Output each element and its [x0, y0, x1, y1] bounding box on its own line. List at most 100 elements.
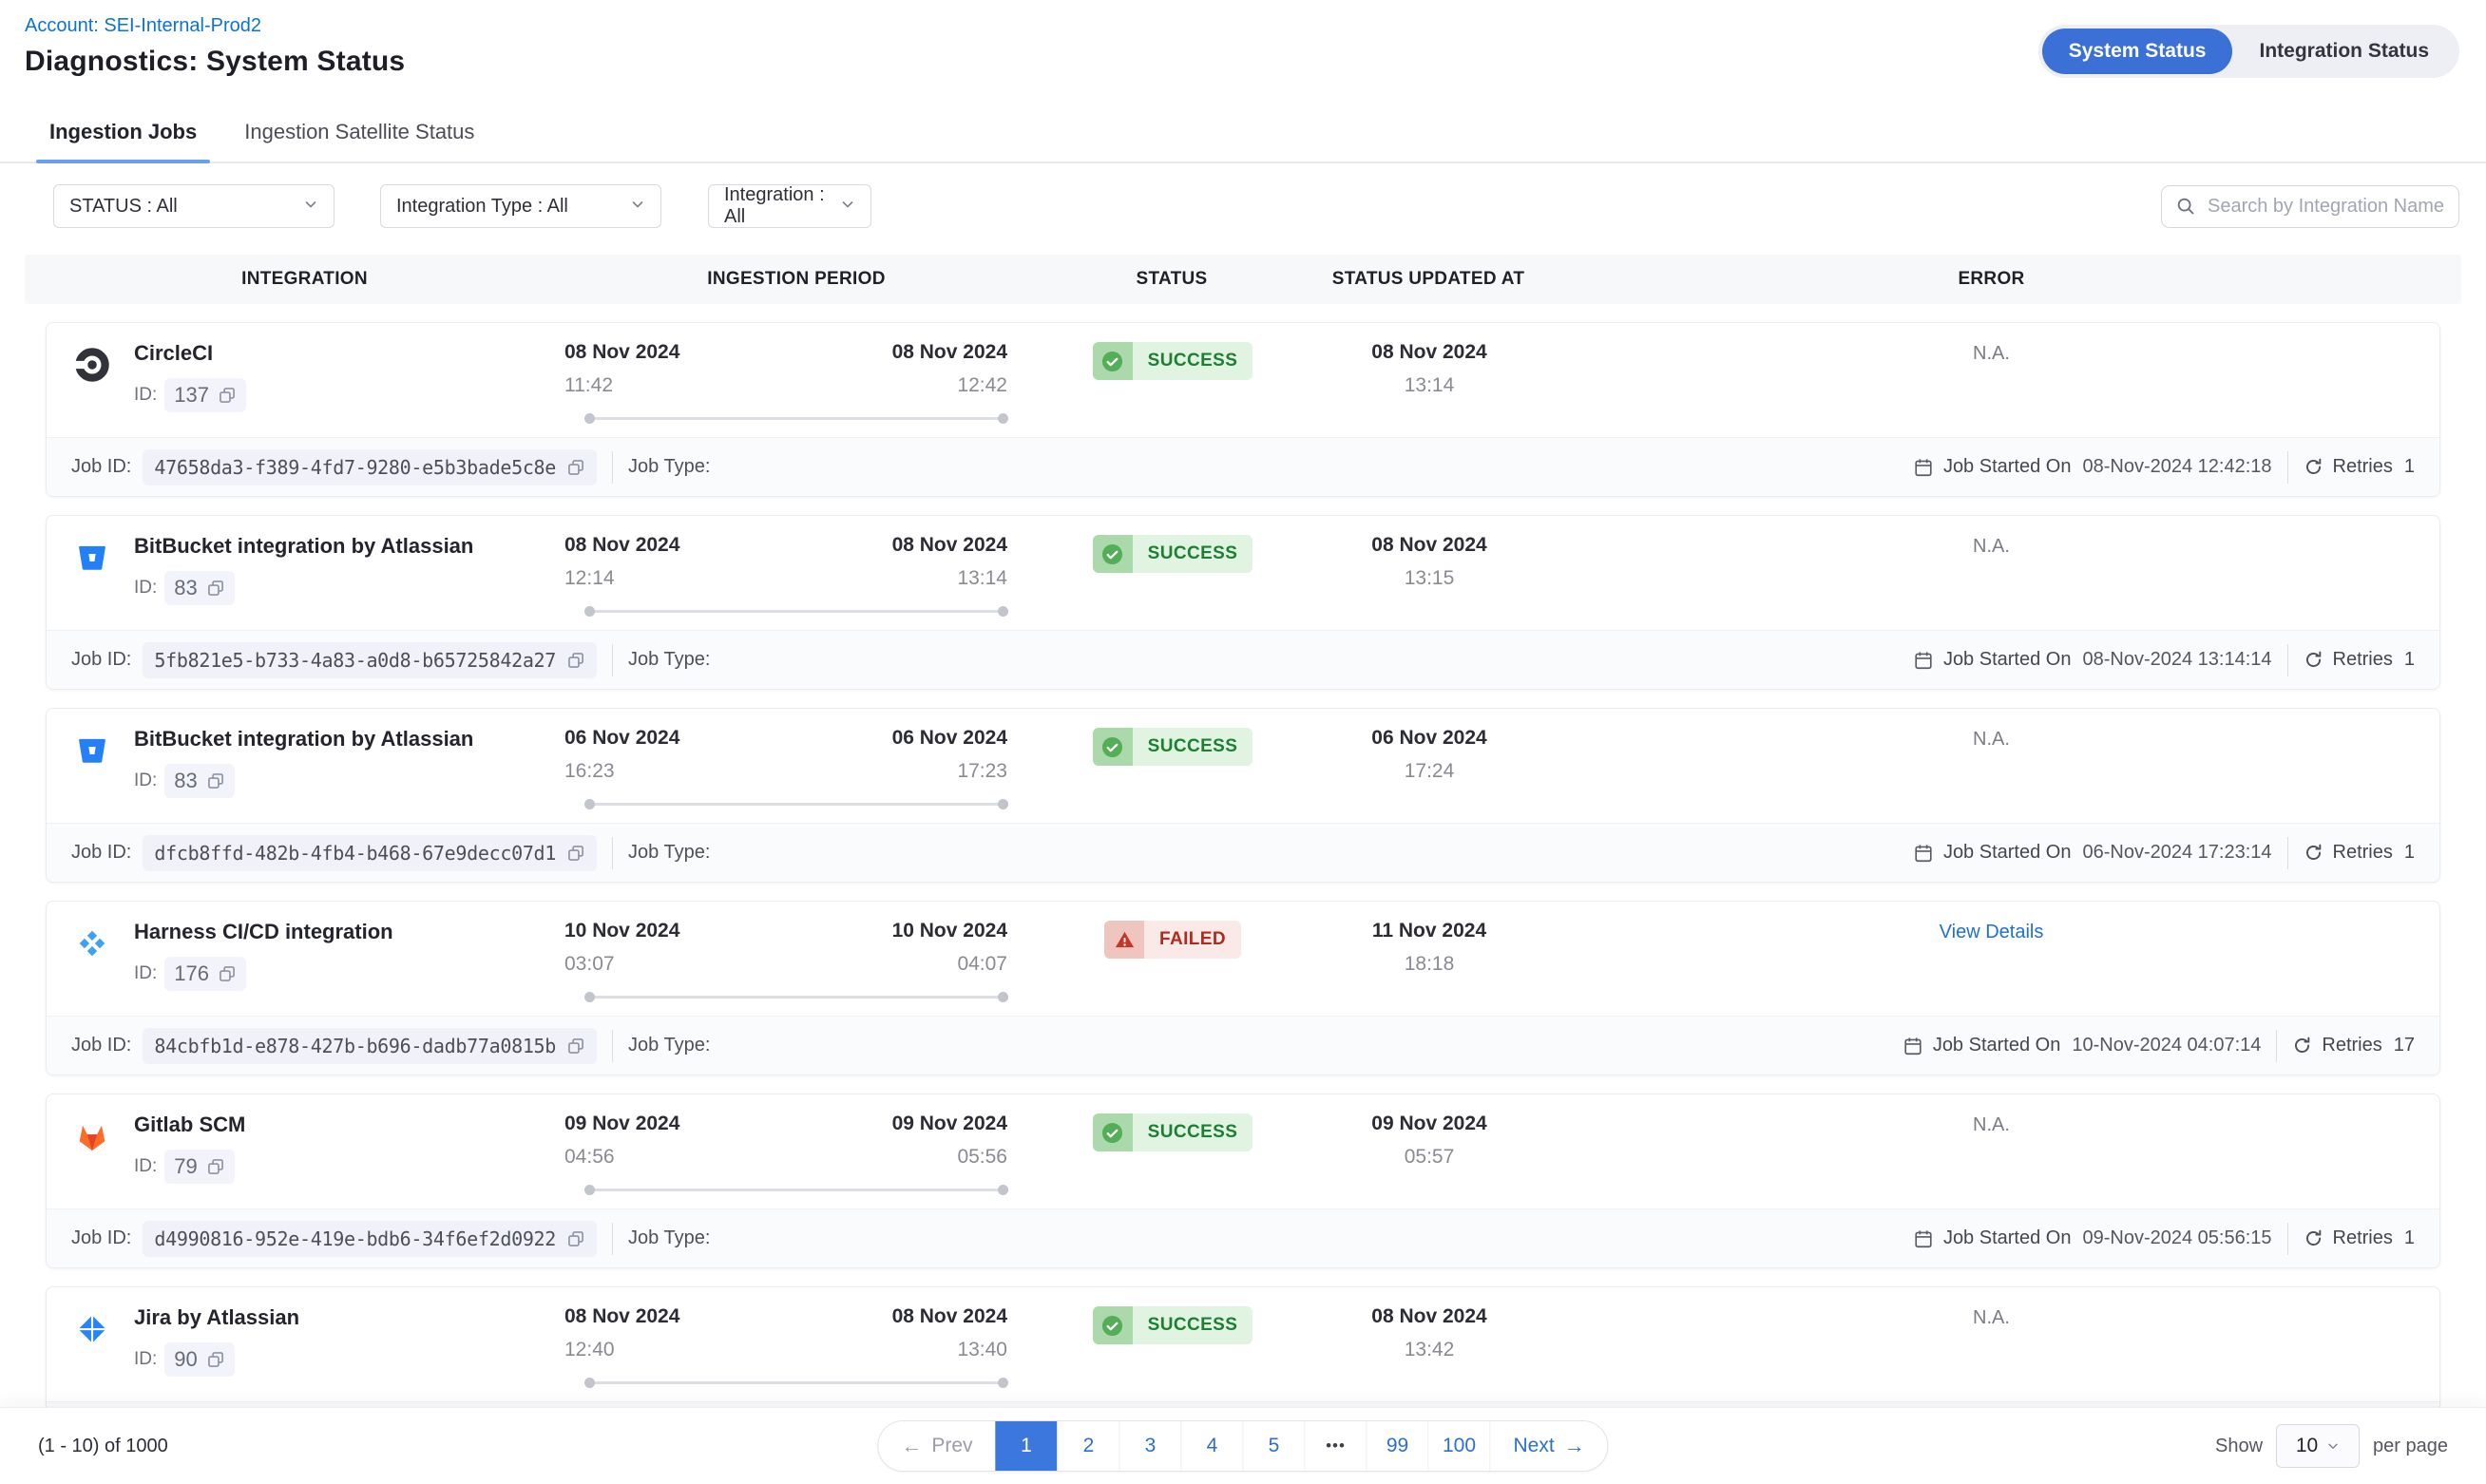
ingestion-timeline	[585, 1378, 1007, 1388]
footer-divider	[612, 451, 613, 484]
bitbucket-icon	[76, 542, 108, 574]
job-id-badge: 5fb821e5-b733-4a83-a0d8-b65725842a27	[143, 642, 597, 678]
search-input[interactable]	[2208, 196, 2445, 218]
bitbucket-icon	[76, 734, 108, 767]
page-ellipsis[interactable]: •••	[1305, 1421, 1367, 1471]
status-cell: SUCCESS	[1030, 726, 1315, 809]
job-card-footer: Job ID: dfcb8ffd-482b-4fb4-b468-67e9decc…	[47, 823, 2439, 882]
copy-job-id-icon[interactable]	[566, 1229, 585, 1248]
account-link[interactable]: Account: SEI-Internal-Prod2	[25, 15, 405, 37]
ingestion-period-cell: 06 Nov 2024 16:23 06 Nov 2024 17:23	[564, 726, 1030, 809]
copy-id-icon[interactable]	[206, 1157, 225, 1176]
footer-divider	[2287, 644, 2288, 676]
page-size-select[interactable]: 10	[2276, 1424, 2360, 1468]
copy-id-icon[interactable]	[206, 579, 225, 598]
footer-divider	[2287, 1223, 2288, 1255]
tab-ingestion-jobs[interactable]: Ingestion Jobs	[49, 103, 197, 162]
results-summary: (1 - 10) of 1000	[38, 1436, 168, 1457]
pager: ← Prev 1 2 3 4 5 ••• 99 100 Next →	[877, 1420, 1608, 1472]
retries-label: Retries	[2333, 1227, 2393, 1249]
jira-icon	[76, 1313, 108, 1345]
status-badge-icon	[1093, 1113, 1133, 1151]
integration-info: Harness CI/CD integration ID: 176	[134, 919, 393, 1002]
copy-job-id-icon[interactable]	[566, 651, 585, 670]
status-cell: SUCCESS	[1030, 533, 1315, 617]
job-type-label: Job Type:	[628, 1227, 710, 1249]
page-button[interactable]: 1	[996, 1421, 1058, 1471]
job-card-footer: Job ID: 47658da3-f389-4fd7-9280-e5b3bade…	[47, 437, 2439, 496]
period-end-time: 04:07	[892, 953, 1007, 976]
page-button[interactable]: 100	[1428, 1421, 1490, 1471]
copy-id-icon[interactable]	[206, 771, 225, 790]
integration-id-row: ID: 90	[134, 1342, 299, 1377]
job-id-badge: 84cbfb1d-e878-427b-b696-dadb77a0815b	[143, 1028, 597, 1064]
copy-id-icon[interactable]	[218, 964, 237, 983]
footer-right: Job Started On 08-Nov-2024 13:14:14 Retr…	[1913, 644, 2415, 676]
page-button[interactable]: 5	[1243, 1421, 1305, 1471]
status-updated-cell: 09 Nov 2024 05:57	[1315, 1112, 1543, 1195]
job-started-on-label: Job Started On	[1943, 1227, 2072, 1249]
system-status-toggle-button[interactable]: System Status	[2042, 29, 2233, 74]
retries-count: 1	[2404, 842, 2415, 864]
integration-status-toggle-button[interactable]: Integration Status	[2232, 29, 2456, 74]
status-updated-date: 09 Nov 2024	[1315, 1113, 1543, 1135]
status-toggle: System Status Integration Status	[2038, 25, 2459, 78]
job-started-on-value: 08-Nov-2024 13:14:14	[2082, 649, 2271, 671]
footer-right: Job Started On 06-Nov-2024 17:23:14 Retr…	[1913, 837, 2415, 869]
status-badge: SUCCESS	[1093, 1113, 1253, 1151]
page-button[interactable]: 2	[1058, 1421, 1119, 1471]
retries-label: Retries	[2333, 842, 2393, 864]
copy-job-id-icon[interactable]	[566, 458, 585, 477]
prev-page-button[interactable]: ← Prev	[878, 1421, 995, 1471]
job-started-on-label: Job Started On	[1943, 649, 2072, 671]
status-filter-dropdown[interactable]: STATUS : All	[53, 184, 335, 228]
copy-id-icon[interactable]	[206, 1350, 225, 1369]
copy-job-id-icon[interactable]	[566, 844, 585, 863]
job-card-main: CircleCI ID: 137 08 Nov 2024 11:42	[47, 323, 2439, 437]
integration-cell: Harness CI/CD integration ID: 176	[47, 919, 564, 1002]
job-type-label: Job Type:	[628, 1035, 710, 1056]
status-text: SUCCESS	[1133, 1306, 1253, 1344]
integration-icon	[73, 1117, 111, 1155]
integration-cell: CircleCI ID: 137	[47, 340, 564, 424]
job-id-badge: dfcb8ffd-482b-4fb4-b468-67e9decc07d1	[143, 835, 597, 871]
integration-type-filter-dropdown[interactable]: Integration Type : All	[380, 184, 661, 228]
tab-ingestion-satellite-status[interactable]: Ingestion Satellite Status	[244, 103, 474, 162]
period-end: 10 Nov 2024 04:07	[892, 920, 1007, 976]
integration-id-row: ID: 83	[134, 764, 473, 798]
copy-id-icon[interactable]	[218, 386, 237, 405]
period-start-time: 11:42	[564, 374, 679, 397]
integration-name: BitBucket integration by Atlassian	[134, 534, 473, 559]
job-started-on-label: Job Started On	[1933, 1035, 2061, 1056]
ingestion-period-cell: 10 Nov 2024 03:07 10 Nov 2024 04:07	[564, 919, 1030, 1002]
error-column-cell: N.A.	[1543, 726, 2439, 809]
next-page-button[interactable]: Next →	[1490, 1421, 1608, 1471]
column-header-error: ERROR	[1542, 269, 2440, 290]
pagination-bar: (1 - 10) of 1000 ← Prev 1 2 3 4 5 ••• 99…	[0, 1408, 2486, 1484]
ingestion-job-card: BitBucket integration by Atlassian ID: 8…	[46, 708, 2440, 883]
show-label: Show	[2215, 1436, 2263, 1457]
ingestion-period-cell: 08 Nov 2024 11:42 08 Nov 2024 12:42	[564, 340, 1030, 424]
page-button[interactable]: 99	[1367, 1421, 1428, 1471]
status-badge: SUCCESS	[1093, 1306, 1253, 1344]
id-label: ID:	[134, 578, 157, 599]
harness-icon	[74, 925, 110, 961]
ingestion-timeline	[585, 799, 1007, 809]
footer-divider	[612, 1030, 613, 1062]
status-cell: FAILED	[1030, 919, 1315, 1002]
column-header-status-updated-at: STATUS UPDATED AT	[1314, 269, 1542, 290]
integration-id-badge: 176	[164, 957, 246, 991]
integration-filter-dropdown[interactable]: Integration : All	[708, 184, 871, 228]
copy-job-id-icon[interactable]	[566, 1037, 585, 1056]
page-button[interactable]: 4	[1181, 1421, 1243, 1471]
period-start-time: 03:07	[564, 953, 679, 976]
status-updated-cell: 06 Nov 2024 17:24	[1315, 726, 1543, 809]
footer-right: Job Started On 09-Nov-2024 05:56:15 Retr…	[1913, 1223, 2415, 1255]
warning-triangle-icon	[1114, 929, 1136, 951]
page-button[interactable]: 3	[1119, 1421, 1181, 1471]
period-start-time: 12:14	[564, 567, 679, 590]
period-dates: 06 Nov 2024 16:23 06 Nov 2024 17:23	[564, 727, 1007, 783]
period-start-date: 08 Nov 2024	[564, 341, 679, 364]
period-start-time: 12:40	[564, 1339, 679, 1361]
status-updated-date: 08 Nov 2024	[1315, 341, 1543, 364]
